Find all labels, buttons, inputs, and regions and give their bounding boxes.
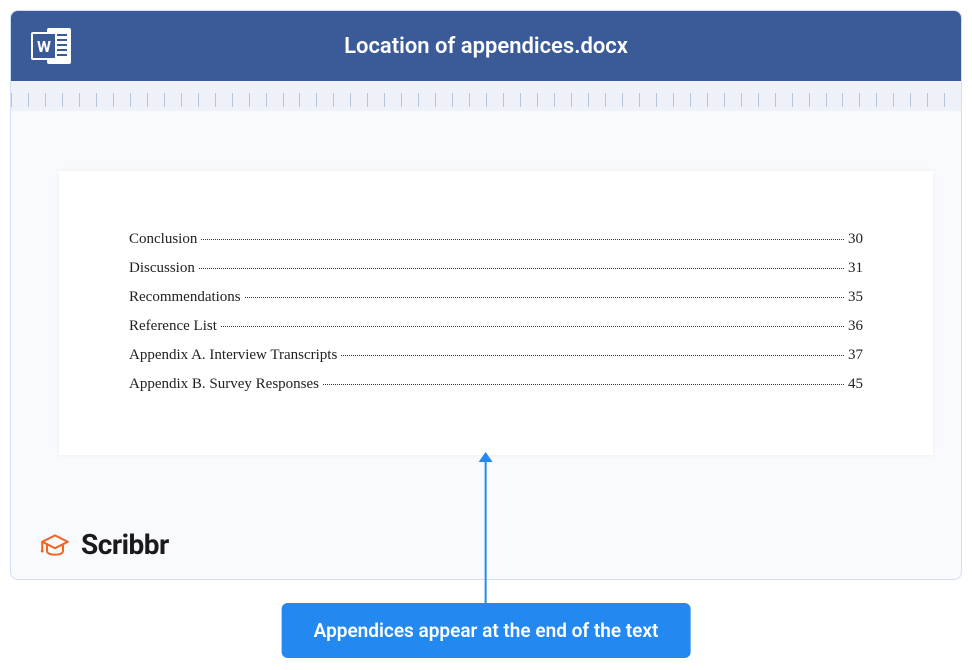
toc-leader-dots bbox=[201, 239, 844, 240]
toc-entry-label: Conclusion bbox=[129, 231, 197, 248]
toc-entry: Reference List 36 bbox=[129, 318, 863, 335]
scribbr-logo: Scribbr bbox=[39, 528, 169, 561]
toc-entry: Conclusion 30 bbox=[129, 231, 863, 248]
toc-leader-dots bbox=[245, 297, 844, 298]
toc-entry-page: 35 bbox=[848, 289, 863, 306]
toc-entry: Discussion 31 bbox=[129, 260, 863, 277]
toc-entry-label: Discussion bbox=[129, 260, 195, 277]
ruler bbox=[11, 81, 961, 111]
arrow-up-icon bbox=[485, 453, 487, 603]
ms-word-icon: W bbox=[31, 26, 71, 66]
toc-entry-page: 45 bbox=[848, 376, 863, 393]
toc-entry-page: 30 bbox=[848, 231, 863, 248]
annotation-callout: Appendices appear at the end of the text bbox=[282, 453, 691, 658]
document-title: Location of appendices.docx bbox=[344, 34, 628, 59]
toc-entry: Appendix B. Survey Responses 45 bbox=[129, 376, 863, 393]
toc-leader-dots bbox=[221, 326, 844, 327]
toc-entry: Recommendations 35 bbox=[129, 289, 863, 306]
logo-text: Scribbr bbox=[81, 528, 169, 561]
toc-leader-dots bbox=[323, 384, 844, 385]
toc-entry-label: Appendix A. Interview Transcripts bbox=[129, 347, 337, 364]
toc-leader-dots bbox=[199, 268, 844, 269]
toc-entry: Appendix A. Interview Transcripts 37 bbox=[129, 347, 863, 364]
toc-entry-label: Recommendations bbox=[129, 289, 241, 306]
titlebar: W Location of appendices.docx bbox=[11, 11, 961, 81]
document-page: Conclusion 30 Discussion 31 Recommendation… bbox=[59, 171, 933, 455]
graduation-cap-icon bbox=[39, 529, 71, 561]
callout-text: Appendices appear at the end of the text bbox=[282, 603, 691, 658]
toc-entry-page: 36 bbox=[848, 318, 863, 335]
toc-entry-page: 37 bbox=[848, 347, 863, 364]
toc-entry-label: Reference List bbox=[129, 318, 217, 335]
toc-entry-page: 31 bbox=[848, 260, 863, 277]
toc-entry-label: Appendix B. Survey Responses bbox=[129, 376, 319, 393]
toc-leader-dots bbox=[341, 355, 844, 356]
